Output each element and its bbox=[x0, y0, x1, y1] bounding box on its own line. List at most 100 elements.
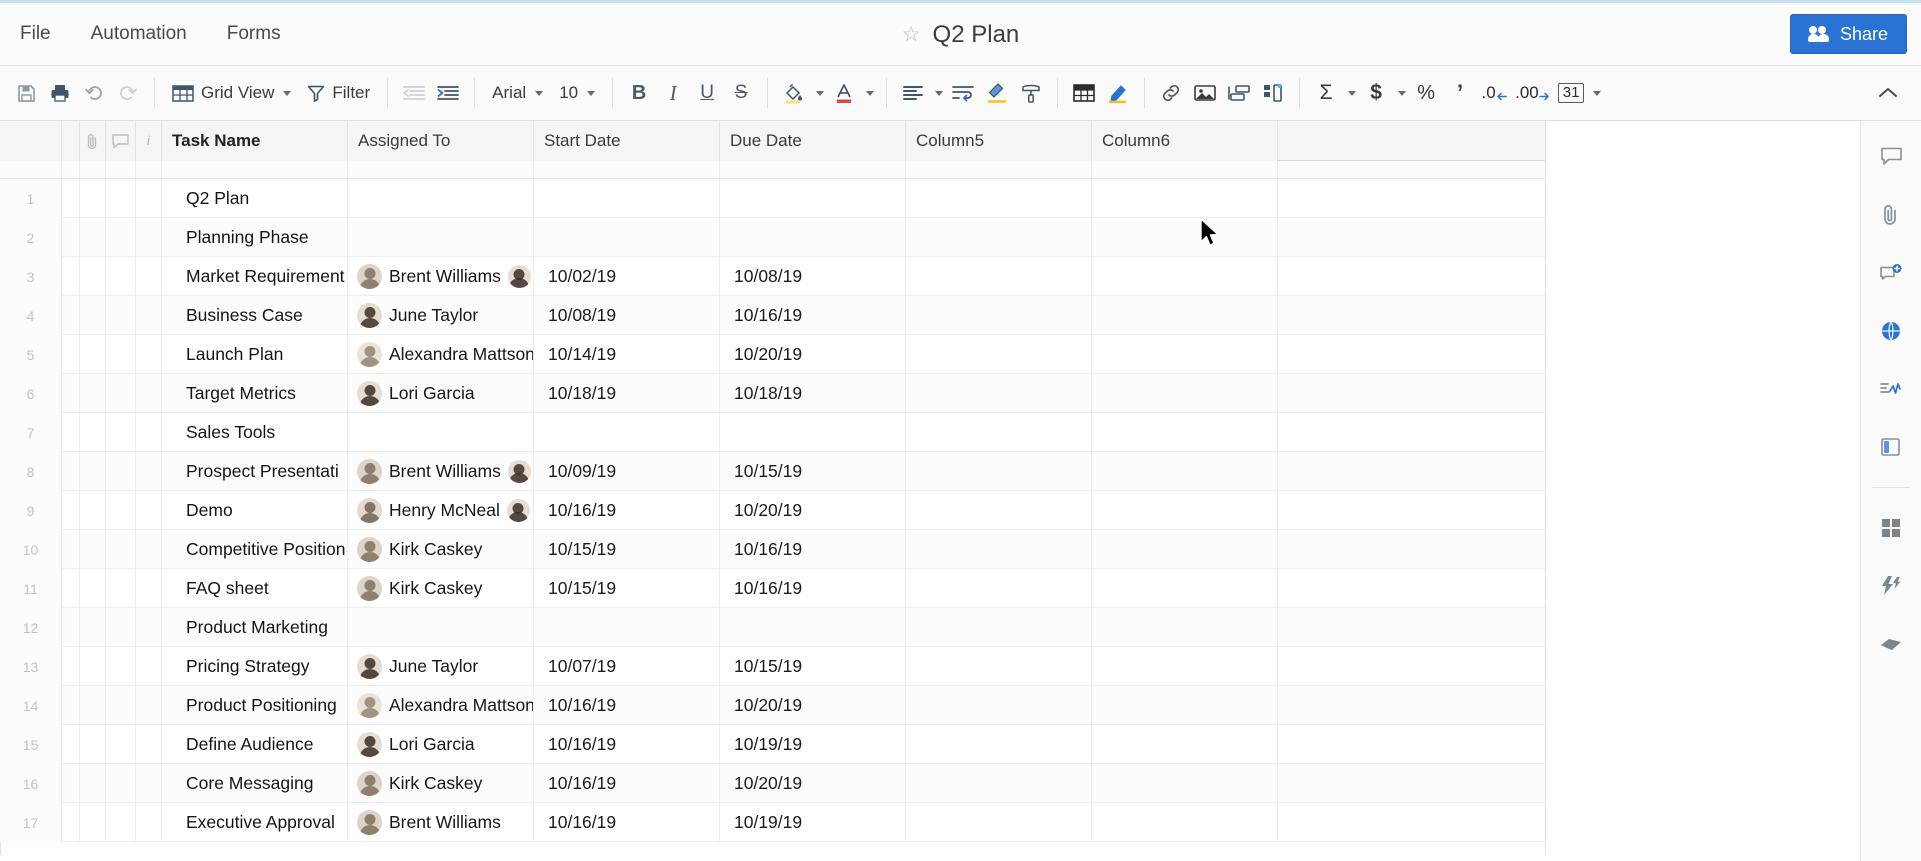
format-painter-icon[interactable] bbox=[1014, 76, 1048, 110]
cell-column6[interactable] bbox=[1092, 452, 1278, 491]
cell-task-name[interactable]: Competitive Position bbox=[162, 530, 348, 569]
cell-flag[interactable] bbox=[136, 647, 162, 686]
currency-button[interactable]: $ bbox=[1359, 76, 1393, 110]
cell-task-name[interactable]: Target Metrics bbox=[162, 374, 348, 413]
undo-icon[interactable] bbox=[77, 76, 111, 110]
table-row[interactable]: 1 Q2 Plan bbox=[0, 179, 1545, 218]
cell-task-name[interactable]: Sales Tools bbox=[162, 413, 348, 452]
cell-comment[interactable] bbox=[106, 569, 136, 608]
align-chevron-down-icon[interactable] bbox=[930, 76, 946, 110]
cell-comment[interactable] bbox=[106, 296, 136, 335]
cell-comment[interactable] bbox=[106, 413, 136, 452]
fill-color-chevron-down-icon[interactable] bbox=[811, 76, 827, 110]
row-gutter-cell[interactable] bbox=[62, 218, 80, 257]
row-gutter-cell[interactable] bbox=[62, 530, 80, 569]
cell-flag[interactable] bbox=[136, 179, 162, 218]
table-row[interactable]: 8 Prospect Presentati Brent Williams 10/09/… bbox=[0, 452, 1545, 491]
cell-task-name[interactable]: Market Requirement bbox=[162, 257, 348, 296]
cell-flag[interactable] bbox=[136, 608, 162, 647]
table-row[interactable]: 15 Define Audience Lori Garcia 10/16/19 10/1… bbox=[0, 725, 1545, 764]
cell-column6[interactable] bbox=[1092, 413, 1278, 452]
font-size-selector[interactable]: 10 bbox=[551, 76, 603, 110]
cell-task-name[interactable]: Product Positioning bbox=[162, 686, 348, 725]
cell-comment[interactable] bbox=[106, 179, 136, 218]
cell-column6[interactable] bbox=[1092, 608, 1278, 647]
cell-column6[interactable] bbox=[1092, 296, 1278, 335]
highlight-icon[interactable] bbox=[1101, 76, 1135, 110]
cell-due-date[interactable]: 10/15/19 bbox=[720, 647, 906, 686]
cell-due-date[interactable] bbox=[720, 179, 906, 218]
row-gutter-cell[interactable] bbox=[62, 257, 80, 296]
feedback-icon[interactable] bbox=[1871, 626, 1911, 662]
cell-start-date[interactable] bbox=[534, 179, 720, 218]
cell-flag[interactable] bbox=[136, 452, 162, 491]
header-column6[interactable]: Column6 bbox=[1092, 121, 1278, 161]
menu-item-file[interactable]: File bbox=[14, 19, 57, 49]
row-gutter-cell[interactable] bbox=[62, 764, 80, 803]
cell-column5[interactable] bbox=[906, 413, 1092, 452]
wrap-text-icon[interactable] bbox=[946, 76, 980, 110]
table-row[interactable]: 11 FAQ sheet Kirk Caskey 10/15/19 10/16/19 bbox=[0, 569, 1545, 608]
menu-item-forms[interactable]: Forms bbox=[221, 19, 287, 49]
favorite-star-icon[interactable]: ☆ bbox=[902, 24, 921, 45]
fill-color-icon[interactable] bbox=[777, 76, 811, 110]
cell-column5[interactable] bbox=[906, 179, 1092, 218]
cell-due-date[interactable] bbox=[720, 608, 906, 647]
grid-view-selector[interactable]: Grid View bbox=[164, 76, 299, 110]
cell-attachment[interactable] bbox=[80, 335, 106, 374]
cell-comment[interactable] bbox=[106, 218, 136, 257]
cell-start-date[interactable] bbox=[534, 608, 720, 647]
cell-column5[interactable] bbox=[906, 647, 1092, 686]
cell-column5[interactable] bbox=[906, 257, 1092, 296]
cell-due-date[interactable]: 10/19/19 bbox=[720, 725, 906, 764]
cell-due-date[interactable]: 10/16/19 bbox=[720, 296, 906, 335]
cell-column6[interactable] bbox=[1092, 374, 1278, 413]
activity-log-icon[interactable] bbox=[1871, 371, 1911, 407]
cell-column5[interactable] bbox=[906, 725, 1092, 764]
cell-start-date[interactable]: 10/16/19 bbox=[534, 803, 720, 842]
cell-start-date[interactable] bbox=[534, 218, 720, 257]
row-gutter-cell[interactable] bbox=[62, 725, 80, 764]
row-gutter-cell[interactable] bbox=[62, 608, 80, 647]
publish-globe-icon[interactable] bbox=[1871, 313, 1911, 349]
sum-chevron-down-icon[interactable] bbox=[1343, 76, 1359, 110]
print-icon[interactable] bbox=[43, 76, 77, 110]
hierarchy-icon[interactable] bbox=[1256, 76, 1290, 110]
row-gutter-cell[interactable] bbox=[62, 803, 80, 842]
cell-flag[interactable] bbox=[136, 569, 162, 608]
cell-comment[interactable] bbox=[106, 725, 136, 764]
cell-assigned-to[interactable] bbox=[348, 179, 534, 218]
cell-task-name[interactable]: Launch Plan bbox=[162, 335, 348, 374]
cell-task-name[interactable]: Core Messaging bbox=[162, 764, 348, 803]
cell-attachment[interactable] bbox=[80, 491, 106, 530]
cell-column6[interactable] bbox=[1092, 569, 1278, 608]
cell-flag[interactable] bbox=[136, 218, 162, 257]
cell-attachment[interactable] bbox=[80, 530, 106, 569]
cell-due-date[interactable]: 10/20/19 bbox=[720, 686, 906, 725]
row-gutter-cell[interactable] bbox=[62, 569, 80, 608]
cell-assigned-to[interactable]: Kirk Caskey bbox=[348, 764, 534, 803]
link-icon[interactable] bbox=[1154, 76, 1188, 110]
table-row[interactable]: 10 Competitive Position Kirk Caskey 10/15/1… bbox=[0, 530, 1545, 569]
cell-attachment[interactable] bbox=[80, 452, 106, 491]
cell-flag[interactable] bbox=[136, 296, 162, 335]
cell-start-date[interactable]: 10/16/19 bbox=[534, 725, 720, 764]
cell-task-name[interactable]: FAQ sheet bbox=[162, 569, 348, 608]
cell-comment[interactable] bbox=[106, 530, 136, 569]
outdent-icon[interactable] bbox=[397, 76, 431, 110]
table-row[interactable]: 5 Launch Plan Alexandra Mattson 10/14/19 10/… bbox=[0, 335, 1545, 374]
header-task-name[interactable]: Task Name bbox=[162, 121, 348, 161]
comment-icon[interactable] bbox=[106, 121, 136, 161]
table-row[interactable]: 7 Sales Tools bbox=[0, 413, 1545, 452]
borders-icon[interactable] bbox=[1067, 76, 1101, 110]
cell-attachment[interactable] bbox=[80, 569, 106, 608]
cell-comment[interactable] bbox=[106, 374, 136, 413]
cell-start-date[interactable]: 10/07/19 bbox=[534, 647, 720, 686]
cell-flag[interactable] bbox=[136, 413, 162, 452]
cell-assigned-to[interactable]: June Taylor bbox=[348, 296, 534, 335]
table-row[interactable]: 6 Target Metrics Lori Garcia 10/18/19 10/18/… bbox=[0, 374, 1545, 413]
cell-comment[interactable] bbox=[106, 647, 136, 686]
underline-button[interactable]: U bbox=[690, 76, 724, 110]
cell-comment[interactable] bbox=[106, 335, 136, 374]
cell-start-date[interactable]: 10/09/19 bbox=[534, 452, 720, 491]
